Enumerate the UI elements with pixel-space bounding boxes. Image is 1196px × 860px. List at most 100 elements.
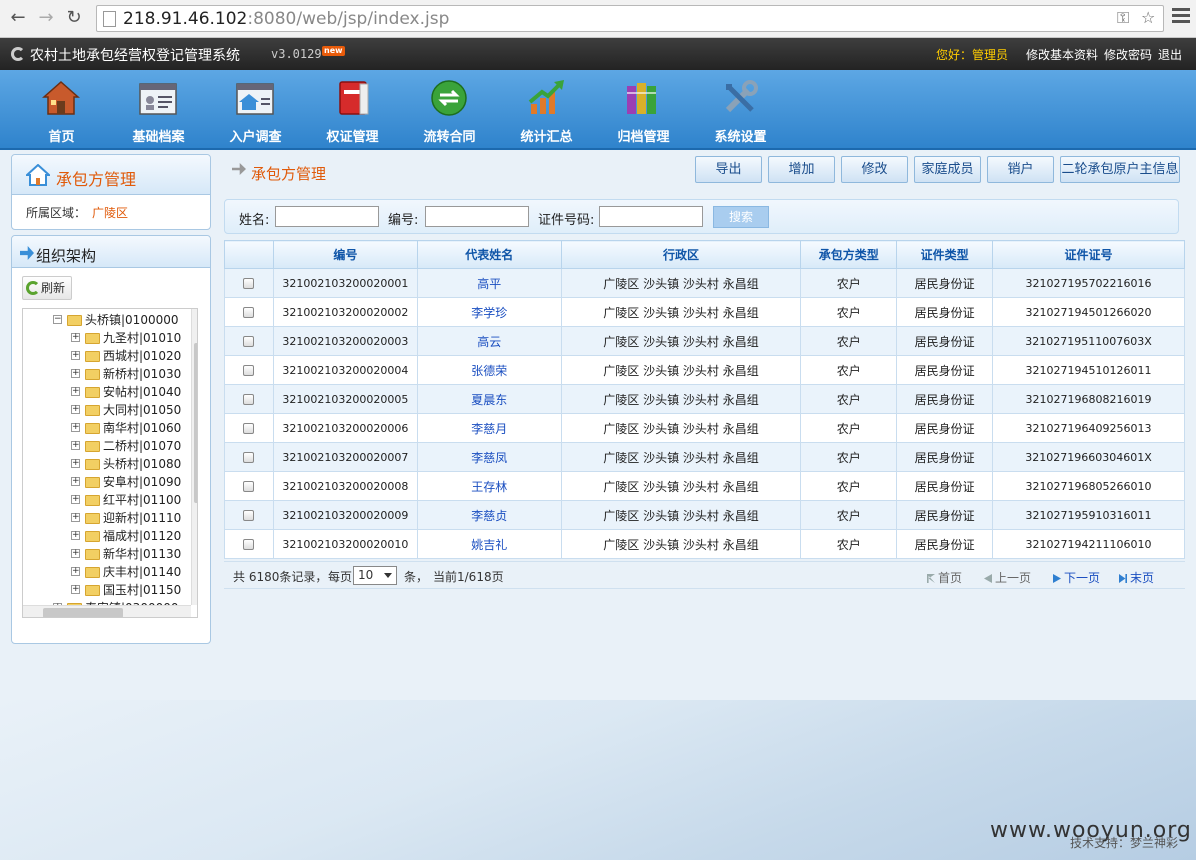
expand-icon[interactable]: + bbox=[71, 387, 80, 396]
expand-icon[interactable]: + bbox=[71, 405, 80, 414]
nav-home[interactable]: 首页 bbox=[13, 70, 110, 150]
table-cell[interactable]: 姚吉礼 bbox=[416, 529, 562, 559]
back-icon[interactable]: ← bbox=[6, 6, 30, 30]
expand-icon[interactable]: + bbox=[71, 585, 80, 594]
row-checkbox[interactable] bbox=[243, 278, 255, 289]
original-householder-button[interactable]: 二轮承包原户主信息 bbox=[1060, 156, 1180, 183]
expand-icon[interactable]: + bbox=[71, 423, 80, 432]
tree-node-label: 大同村|01050 bbox=[103, 403, 182, 417]
module-title: 承包方管理 bbox=[56, 170, 137, 189]
per-page-label: 每页 bbox=[328, 570, 353, 584]
table-cell: 农户 bbox=[800, 413, 898, 443]
row-checkbox[interactable] bbox=[243, 481, 255, 492]
folder-icon bbox=[85, 549, 100, 560]
tree-vertical-scrollbar[interactable] bbox=[191, 309, 197, 605]
name-input[interactable] bbox=[275, 206, 379, 227]
row-select-cell bbox=[224, 297, 274, 327]
row-checkbox[interactable] bbox=[243, 510, 255, 521]
address-bar[interactable]: 218.91.46.102:8080/web/jsp/index.jsp ⚿ ☆ bbox=[96, 5, 1164, 32]
table-row[interactable]: 321002103200020007 李慈凤 广陵区 沙头镇 沙头村 永昌组 农户 居民… bbox=[224, 442, 1185, 472]
row-checkbox[interactable] bbox=[243, 452, 255, 463]
nav-survey[interactable]: 入户调查 bbox=[207, 70, 304, 150]
table-row[interactable]: 321002103200020006 李慈月 广陵区 沙头镇 沙头村 永昌组 农户 居民… bbox=[224, 413, 1185, 443]
expand-icon[interactable]: + bbox=[71, 351, 80, 360]
nav-statistics[interactable]: 统计汇总 bbox=[498, 70, 595, 150]
row-checkbox[interactable] bbox=[243, 307, 255, 318]
expand-icon[interactable]: + bbox=[71, 549, 80, 558]
table-cell[interactable]: 高平 bbox=[416, 268, 562, 298]
refresh-button[interactable]: 刷新 bbox=[22, 276, 72, 300]
logout-link[interactable]: 退出 bbox=[1158, 46, 1182, 63]
edit-button[interactable]: 修改 bbox=[841, 156, 908, 183]
export-button[interactable]: 导出 bbox=[695, 156, 762, 183]
table-row[interactable]: 321002103200020002 李学珍 广陵区 沙头镇 沙头村 永昌组 农户 居民… bbox=[224, 297, 1185, 327]
tree-horizontal-scrollbar[interactable] bbox=[23, 605, 191, 617]
code-input[interactable] bbox=[425, 206, 529, 227]
last-page-link[interactable]: 末页 bbox=[1119, 569, 1154, 586]
table-row[interactable]: 321002103200020010 姚吉礼 广陵区 沙头镇 沙头村 永昌组 农户 居民… bbox=[224, 529, 1185, 559]
forward-icon[interactable]: → bbox=[34, 6, 58, 30]
cert-input[interactable] bbox=[599, 206, 703, 227]
table-cell[interactable]: 李慈凤 bbox=[416, 442, 562, 472]
table-cell[interactable]: 李学珍 bbox=[416, 297, 562, 327]
row-checkbox[interactable] bbox=[243, 423, 255, 434]
nav-settings[interactable]: 系统设置 bbox=[692, 70, 789, 150]
reload-icon[interactable]: ↻ bbox=[62, 6, 86, 30]
add-button[interactable]: 增加 bbox=[768, 156, 835, 183]
nav-certificate[interactable]: 权证管理 bbox=[304, 70, 401, 150]
table-cell[interactable]: 夏晨东 bbox=[416, 384, 562, 414]
nav-archive-mgmt[interactable]: 归档管理 bbox=[595, 70, 692, 150]
menu-icon[interactable] bbox=[1172, 8, 1190, 11]
table-row[interactable]: 321002103200020001 高平 广陵区 沙头镇 沙头村 永昌组 农户 居民身… bbox=[224, 268, 1185, 298]
key-icon[interactable]: ⚿ bbox=[1117, 8, 1129, 28]
row-checkbox[interactable] bbox=[243, 365, 255, 376]
nav-transfer[interactable]: 流转合同 bbox=[401, 70, 498, 150]
table-cell[interactable]: 高云 bbox=[416, 326, 562, 356]
table-cell[interactable]: 张德荣 bbox=[416, 355, 562, 385]
search-button[interactable]: 搜索 bbox=[713, 206, 769, 228]
expand-icon[interactable]: + bbox=[71, 567, 80, 576]
close-account-button[interactable]: 销户 bbox=[987, 156, 1054, 183]
expand-icon[interactable]: + bbox=[71, 477, 80, 486]
row-checkbox[interactable] bbox=[243, 336, 255, 347]
tree-vertical-thumb[interactable] bbox=[194, 343, 197, 503]
change-password-link[interactable]: 修改密码 bbox=[1104, 46, 1152, 63]
expand-icon[interactable]: + bbox=[71, 513, 80, 522]
first-page-link[interactable]: 首页 bbox=[927, 569, 962, 586]
table-cell[interactable]: 王存林 bbox=[416, 471, 562, 501]
column-header[interactable]: 证件类型 bbox=[896, 240, 994, 269]
collapse-icon[interactable]: − bbox=[53, 315, 62, 324]
expand-icon[interactable]: + bbox=[71, 441, 80, 450]
expand-icon[interactable]: + bbox=[71, 369, 80, 378]
next-page-link[interactable]: 下一页 bbox=[1053, 569, 1100, 586]
column-header[interactable]: 承包方类型 bbox=[800, 240, 898, 269]
transfer-icon bbox=[429, 78, 469, 118]
per-page-select[interactable]: 10 bbox=[353, 566, 397, 585]
row-checkbox[interactable] bbox=[243, 394, 255, 405]
tree-horizontal-thumb[interactable] bbox=[43, 608, 123, 617]
column-header[interactable]: 证件证号 bbox=[992, 240, 1185, 269]
expand-icon[interactable]: + bbox=[71, 459, 80, 468]
prev-page-link[interactable]: 上一页 bbox=[984, 569, 1031, 586]
table-cell: 居民身份证 bbox=[896, 268, 994, 298]
column-header[interactable]: 代表姓名 bbox=[416, 240, 562, 269]
row-checkbox[interactable] bbox=[243, 539, 255, 550]
table-cell: 321002103200020008 bbox=[272, 471, 418, 501]
table-row[interactable]: 321002103200020008 王存林 广陵区 沙头镇 沙头村 永昌组 农户 居民… bbox=[224, 471, 1185, 501]
table-row[interactable]: 321002103200020009 李慈贞 广陵区 沙头镇 沙头村 永昌组 农户 居民… bbox=[224, 500, 1185, 530]
column-header[interactable]: 编号 bbox=[272, 240, 418, 269]
table-row[interactable]: 321002103200020004 张德荣 广陵区 沙头镇 沙头村 永昌组 农户 居民… bbox=[224, 355, 1185, 385]
expand-icon[interactable]: + bbox=[71, 495, 80, 504]
folder-icon bbox=[85, 477, 100, 488]
edit-profile-link[interactable]: 修改基本资料 bbox=[1026, 46, 1098, 63]
table-row[interactable]: 321002103200020005 夏晨东 广陵区 沙头镇 沙头村 永昌组 农户 居民… bbox=[224, 384, 1185, 414]
nav-archive[interactable]: 基础档案 bbox=[110, 70, 207, 150]
table-cell[interactable]: 李慈贞 bbox=[416, 500, 562, 530]
expand-icon[interactable]: + bbox=[71, 333, 80, 342]
column-header[interactable]: 行政区 bbox=[560, 240, 802, 269]
family-members-button[interactable]: 家庭成员 bbox=[914, 156, 981, 183]
table-row[interactable]: 321002103200020003 高云 广陵区 沙头镇 沙头村 永昌组 农户 居民身… bbox=[224, 326, 1185, 356]
expand-icon[interactable]: + bbox=[71, 531, 80, 540]
table-cell[interactable]: 李慈月 bbox=[416, 413, 562, 443]
star-icon[interactable]: ☆ bbox=[1141, 8, 1155, 27]
